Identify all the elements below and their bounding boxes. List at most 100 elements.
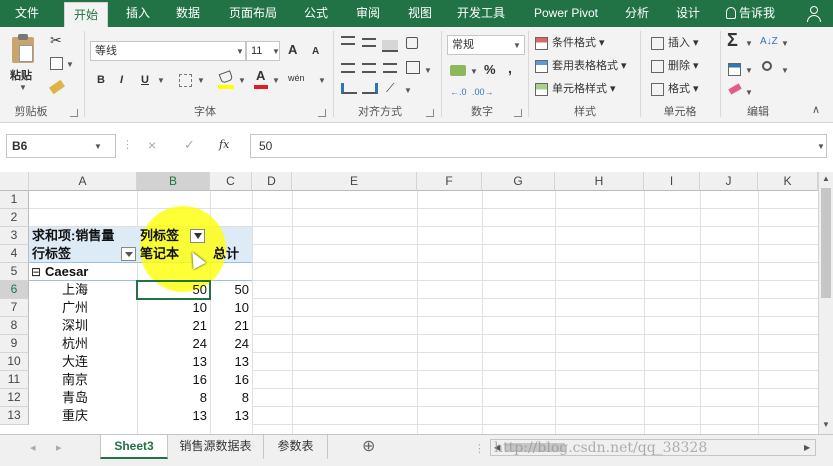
row-header-2[interactable]: 2 <box>0 209 29 227</box>
row-header-5[interactable]: 5 <box>0 263 29 281</box>
row-header-11[interactable]: 11 <box>0 371 29 389</box>
autosum-icon[interactable]: Σ <box>727 31 738 49</box>
row-header-8[interactable]: 8 <box>0 317 29 335</box>
cell-styles-button[interactable]: 单元格样式 ▾ <box>552 80 616 98</box>
tab-page-layout[interactable]: 页面布局 <box>222 0 284 27</box>
copy-dropdown-icon[interactable]: ▼ <box>66 60 74 69</box>
grow-font-button[interactable]: A <box>288 41 297 59</box>
row-header-13[interactable]: 13 <box>0 407 29 425</box>
column-header-h[interactable]: H <box>555 172 644 191</box>
cell-styles-icon[interactable] <box>535 83 548 96</box>
pivot-row-total[interactable]: 24 <box>210 335 252 353</box>
find-select-dropdown-icon[interactable]: ▼ <box>781 66 789 75</box>
scroll-up-icon[interactable]: ▲ <box>822 174 830 183</box>
row-header-12[interactable]: 12 <box>0 389 29 407</box>
shrink-font-button[interactable]: A <box>312 43 319 61</box>
pivot-row-value[interactable]: 13 <box>137 407 210 425</box>
pivot-row-city[interactable]: 深圳 <box>62 317 88 335</box>
row-header-6[interactable]: 6 <box>0 281 29 299</box>
conditional-format-icon[interactable] <box>535 37 548 50</box>
cancel-icon[interactable]: × <box>148 136 156 154</box>
add-sheet-button[interactable]: ⊕ <box>362 438 375 456</box>
pivot-row-total[interactable]: 10 <box>210 299 252 317</box>
format-cells-icon[interactable] <box>651 83 664 96</box>
autosum-dropdown-icon[interactable]: ▼ <box>745 39 753 48</box>
column-header-f[interactable]: F <box>417 172 482 191</box>
font-color-dropdown-icon[interactable]: ▼ <box>272 76 280 85</box>
tab-design[interactable]: 设计 <box>668 0 708 27</box>
align-middle-icon[interactable] <box>362 38 376 47</box>
tab-splitter-icon[interactable]: ⋮ <box>474 440 485 458</box>
pivot-row-city[interactable]: 南京 <box>62 371 88 389</box>
font-name-dropdown-icon[interactable]: ▼ <box>236 47 244 56</box>
user-icon[interactable] <box>806 5 822 22</box>
pivot-row-total[interactable]: 13 <box>210 407 252 425</box>
pivot-row-value[interactable]: 21 <box>137 317 210 335</box>
fill-color-icon[interactable] <box>218 70 234 84</box>
currency-dropdown-icon[interactable]: ▼ <box>470 67 478 76</box>
pivot-row-total[interactable]: 50 <box>210 281 252 299</box>
currency-icon[interactable] <box>450 65 466 76</box>
sort-filter-icon[interactable]: A↓Z <box>760 33 778 51</box>
insert-cells-button[interactable]: 插入 ▾ <box>668 34 699 52</box>
underline-button[interactable]: U <box>141 71 149 89</box>
collapse-toggle-icon[interactable]: ⊟ <box>31 263 41 281</box>
column-header-a[interactable]: A <box>29 172 137 191</box>
column-header-g[interactable]: G <box>482 172 555 191</box>
row-header-7[interactable]: 7 <box>0 299 29 317</box>
expand-formula-bar-icon[interactable]: ▼ <box>817 142 825 151</box>
merge-dropdown-icon[interactable]: ▼ <box>424 66 432 75</box>
pivot-row-value[interactable]: 13 <box>137 353 210 371</box>
pivot-row-value[interactable]: 10 <box>137 299 210 317</box>
row-header-9[interactable]: 9 <box>0 335 29 353</box>
decrease-decimal-icon[interactable]: .00→ <box>472 83 494 101</box>
clipboard-launcher-icon[interactable] <box>70 109 78 117</box>
pivot-row-total[interactable]: 8 <box>210 389 252 407</box>
worksheet-grid[interactable]: A B C D E F G H I J K 1 2 3 4 5 6 7 8 9 … <box>0 172 818 434</box>
pivot-row-city[interactable]: 杭州 <box>62 335 88 353</box>
column-header-k[interactable]: K <box>758 172 818 191</box>
next-sheet-icon[interactable]: ▸ <box>56 439 62 457</box>
pivot-row-city[interactable]: 重庆 <box>62 407 88 425</box>
font-launcher-icon[interactable] <box>318 109 326 117</box>
row-filter-button[interactable] <box>121 247 136 261</box>
text-direction-icon[interactable]: ⟋ <box>386 79 394 97</box>
tab-data[interactable]: 数据 <box>168 0 208 27</box>
column-header-i[interactable]: I <box>644 172 700 191</box>
align-top-icon[interactable] <box>341 36 355 45</box>
tab-insert[interactable]: 插入 <box>118 0 158 27</box>
orientation-icon[interactable] <box>406 37 418 49</box>
pivot-row-city[interactable]: 大连 <box>62 353 88 371</box>
copy-icon[interactable] <box>50 57 63 70</box>
pivot-row-city[interactable]: 青岛 <box>62 389 88 407</box>
format-as-table-icon[interactable] <box>535 60 548 73</box>
insert-function-button[interactable]: fx <box>219 136 229 154</box>
wrap-text-icon[interactable] <box>406 61 420 74</box>
pivot-row-total[interactable]: 16 <box>210 371 252 389</box>
find-select-icon[interactable] <box>762 61 772 71</box>
tab-review[interactable]: 审阅 <box>348 0 388 27</box>
bold-button[interactable]: B <box>97 71 105 89</box>
pivot-row-city[interactable]: 广州 <box>62 299 88 317</box>
sheet-tab-sales-source[interactable]: 销售源数据表 <box>168 435 264 459</box>
pivot-row-total[interactable]: 13 <box>210 353 252 371</box>
align-left-icon[interactable] <box>341 63 355 73</box>
align-bottom-icon[interactable] <box>382 40 398 52</box>
paste-button[interactable]: 粘贴 ▼ <box>8 33 38 93</box>
pivot-row-value[interactable]: 24 <box>137 335 210 353</box>
sheet-tab-sheet3[interactable]: Sheet3 <box>100 435 168 459</box>
align-right-icon[interactable] <box>383 63 397 73</box>
tab-home[interactable]: 开始 <box>64 2 108 27</box>
borders-icon[interactable] <box>179 74 192 87</box>
tab-view[interactable]: 视图 <box>400 0 440 27</box>
decrease-indent-icon[interactable] <box>341 83 357 94</box>
formula-input[interactable]: 50 <box>250 134 827 158</box>
delete-cells-icon[interactable] <box>651 60 664 73</box>
delete-cells-button[interactable]: 删除 ▾ <box>668 57 699 75</box>
vertical-scrollbar[interactable]: ▲ ▼ <box>818 172 833 434</box>
tab-formulas[interactable]: 公式 <box>296 0 336 27</box>
conditional-format-button[interactable]: 条件格式 ▾ <box>552 34 605 52</box>
cut-icon[interactable]: ✂ <box>50 31 62 49</box>
sort-filter-dropdown-icon[interactable]: ▼ <box>781 39 789 48</box>
tab-file[interactable]: 文件 <box>8 0 46 27</box>
